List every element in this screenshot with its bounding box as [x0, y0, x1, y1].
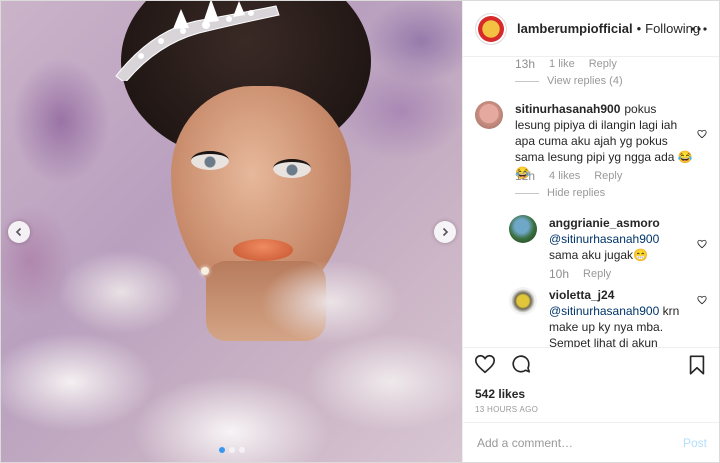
- photo-ruffles: [1, 232, 462, 462]
- reply-meta: 10h Reply: [549, 267, 611, 281]
- comments-list[interactable]: 13h 1 like Reply View replies (4) sitinu…: [463, 57, 719, 347]
- reply-link[interactable]: Reply: [583, 268, 611, 280]
- more-icon: [691, 27, 707, 31]
- replier-avatar[interactable]: [509, 287, 537, 315]
- replier-username[interactable]: anggrianie_asmoro: [549, 216, 660, 230]
- more-options-button[interactable]: [689, 19, 709, 39]
- post-comment-button[interactable]: Post: [683, 436, 707, 450]
- view-replies-toggle[interactable]: View replies (4): [515, 75, 623, 87]
- like-comment-button[interactable]: [697, 127, 707, 139]
- heart-icon: [697, 239, 707, 249]
- carousel-dot: [219, 447, 225, 453]
- carousel-dot: [239, 447, 245, 453]
- carousel-next-button[interactable]: [434, 221, 456, 243]
- post-photo[interactable]: [1, 1, 462, 462]
- post-time: 13 HOURS AGO: [475, 405, 539, 414]
- comment-time[interactable]: 13h: [515, 57, 535, 71]
- bookmark-icon: [689, 355, 705, 375]
- reply-text: sama aku jugak😁: [549, 248, 648, 262]
- action-bar: [463, 347, 719, 381]
- carousel-dots: [219, 447, 245, 453]
- comment-likes[interactable]: 1 like: [549, 58, 575, 70]
- heart-icon: [697, 129, 707, 139]
- comment-icon: [512, 354, 531, 373]
- comment-meta: 13h 1 like Reply: [515, 57, 617, 71]
- add-comment-input[interactable]: [475, 434, 683, 451]
- reply-link[interactable]: Reply: [594, 170, 622, 182]
- reply-mention[interactable]: @sitinurhasanah900: [549, 232, 659, 246]
- comment-time[interactable]: 12h: [515, 169, 535, 183]
- photo-eye-left: [191, 151, 229, 170]
- replier-username[interactable]: violetta_j24: [549, 288, 614, 302]
- reply-link[interactable]: Reply: [589, 58, 617, 70]
- post-modal: lamberumpiofficial • Following 13h 1 lik…: [0, 0, 720, 463]
- comment-likes[interactable]: 4 likes: [549, 170, 580, 182]
- comment-meta: 12h 4 likes Reply: [515, 169, 622, 183]
- replies-line: [515, 80, 539, 82]
- like-reply-button[interactable]: [697, 293, 707, 305]
- chevron-left-icon: [15, 227, 22, 237]
- header-separator: •: [636, 21, 642, 36]
- view-replies-label[interactable]: View replies (4): [547, 75, 623, 87]
- carousel-dot: [229, 447, 235, 453]
- hide-replies-toggle[interactable]: Hide replies: [515, 187, 605, 199]
- reply-item: violetta_j24 @sitinurhasanah900 krn make…: [509, 287, 689, 347]
- heart-icon: [697, 295, 707, 305]
- account-avatar[interactable]: [475, 12, 507, 45]
- like-post-button[interactable]: [473, 353, 497, 377]
- reply-text-block: violetta_j24 @sitinurhasanah900 krn make…: [549, 287, 689, 347]
- tiara-illustration: [115, 1, 280, 81]
- post-side-panel: lamberumpiofficial • Following 13h 1 lik…: [462, 1, 719, 462]
- hide-replies-label[interactable]: Hide replies: [547, 187, 605, 199]
- post-header: lamberumpiofficial • Following: [463, 1, 719, 57]
- replier-avatar[interactable]: [509, 215, 537, 243]
- commenter-avatar[interactable]: [475, 101, 503, 129]
- reply-mention[interactable]: @sitinurhasanah900: [549, 304, 659, 318]
- save-post-button[interactable]: [685, 354, 709, 378]
- carousel-prev-button[interactable]: [8, 221, 30, 243]
- chevron-right-icon: [442, 227, 449, 237]
- comment-button[interactable]: [509, 353, 533, 377]
- like-reply-button[interactable]: [697, 237, 707, 249]
- photo-eye-right: [273, 159, 311, 178]
- commenter-username[interactable]: sitinurhasanah900: [515, 102, 620, 116]
- account-username[interactable]: lamberumpiofficial: [517, 21, 633, 36]
- reply-text-block: anggrianie_asmoro @sitinurhasanah900 sam…: [549, 215, 689, 263]
- heart-icon: [475, 354, 495, 373]
- reply-time[interactable]: 10h: [549, 267, 569, 281]
- add-comment-bar: Post: [463, 422, 719, 462]
- reply-item: anggrianie_asmoro @sitinurhasanah900 sam…: [509, 215, 689, 263]
- likes-count[interactable]: 542 likes: [463, 381, 719, 401]
- replies-line: [515, 192, 539, 194]
